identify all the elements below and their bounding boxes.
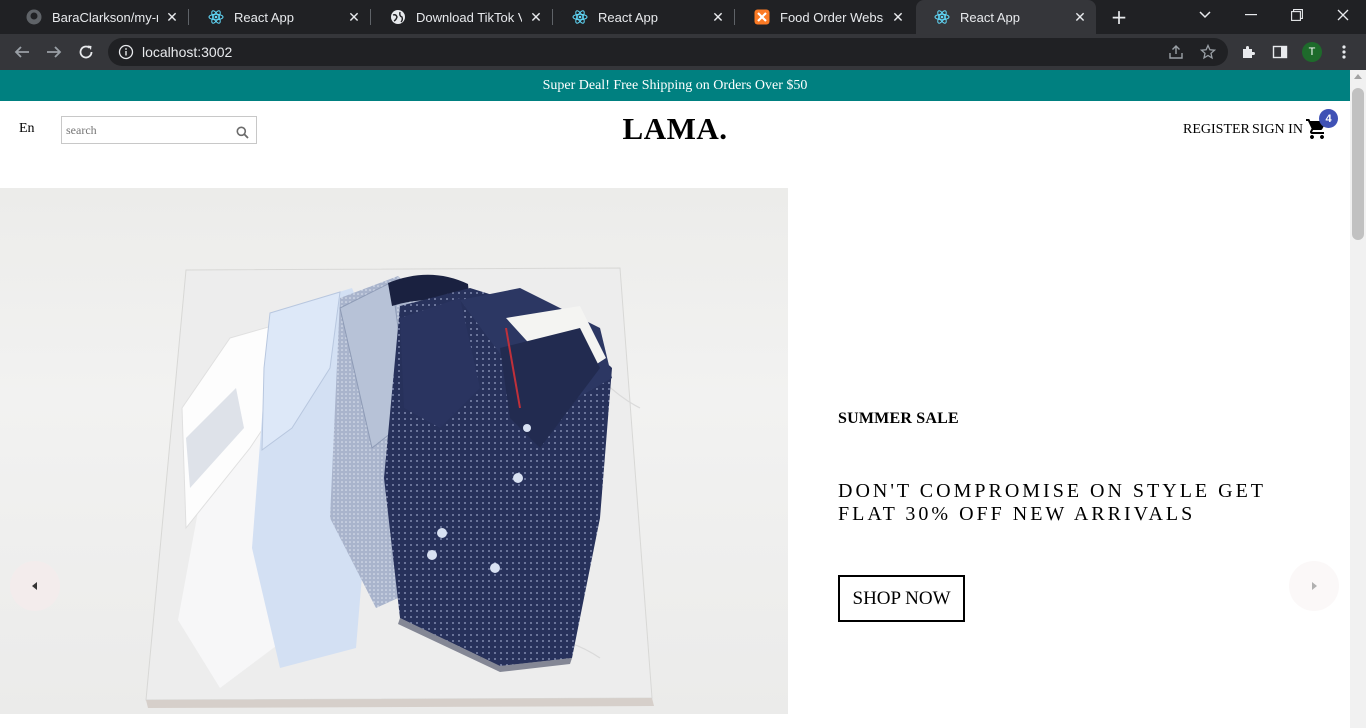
tab-title: Food Order Website - (780, 9, 884, 25)
back-icon[interactable] (10, 40, 34, 64)
cart-count-badge: 4 (1319, 109, 1338, 128)
search-input[interactable] (66, 121, 226, 139)
close-tab-icon[interactable]: ✕ (708, 7, 728, 27)
arrow-left-icon (32, 582, 37, 590)
react-icon (934, 9, 950, 25)
slide-description: DON'T COMPROMISE ON STYLE GET FLAT 30% O… (838, 480, 1266, 525)
tab-title: React App (960, 9, 1020, 25)
browser-tab[interactable]: Download TikTok Vide ✕ (372, 0, 553, 34)
share-icon[interactable] (1164, 40, 1188, 64)
tab-title: Download TikTok Vide (416, 9, 522, 25)
search-icon[interactable] (236, 124, 249, 139)
address-bar[interactable]: localhost:3002 (108, 38, 1228, 66)
language-selector[interactable]: En (19, 121, 35, 137)
slider-left-arrow[interactable] (10, 561, 60, 611)
page-scrollbar[interactable] (1350, 70, 1366, 728)
close-window-icon[interactable] (1320, 0, 1366, 30)
register-link[interactable]: REGISTER (1183, 122, 1250, 138)
close-tab-icon[interactable]: ✕ (1070, 7, 1090, 27)
slide-title: SUMMER SALE (838, 410, 959, 427)
tab-separator (370, 9, 371, 25)
tab-separator (552, 9, 553, 25)
forward-icon[interactable] (42, 40, 66, 64)
react-icon (208, 9, 224, 25)
close-tab-icon[interactable]: ✕ (344, 7, 364, 27)
tab-separator (188, 9, 189, 25)
scroll-up-icon[interactable] (1354, 74, 1362, 79)
sign-in-link[interactable]: SIGN IN (1252, 122, 1303, 138)
tab-title: React App (598, 9, 658, 25)
close-tab-icon[interactable]: ✕ (888, 7, 908, 27)
hero-slider: SUMMER SALE DON'T COMPROMISE ON STYLE GE… (0, 188, 1350, 728)
browser-tab[interactable]: React App ✕ (554, 0, 735, 34)
xampp-icon (754, 9, 770, 25)
slide-info: SUMMER SALE DON'T COMPROMISE ON STYLE GE… (838, 188, 1318, 714)
browser-tab-strip: BaraClarkson/my-reac ✕ React App ✕ Downl… (0, 0, 1366, 34)
github-icon (26, 9, 42, 25)
announcement-bar: Super Deal! Free Shipping on Orders Over… (0, 70, 1350, 101)
tab-title: React App (234, 9, 294, 25)
side-panel-icon[interactable] (1268, 40, 1292, 64)
extensions-icon[interactable] (1236, 40, 1260, 64)
tab-search-icon[interactable] (1182, 0, 1228, 30)
arrow-right-icon (1312, 582, 1317, 590)
new-tab-button[interactable]: + (1108, 6, 1130, 28)
react-icon (572, 9, 588, 25)
browser-tab[interactable]: React App ✕ (190, 0, 371, 34)
scrollbar-thumb[interactable] (1352, 88, 1364, 240)
search-container (61, 116, 257, 144)
page-viewport: Super Deal! Free Shipping on Orders Over… (0, 70, 1350, 728)
browser-menu-icon[interactable] (1332, 40, 1356, 64)
browser-tab[interactable]: Food Order Website - ✕ (736, 0, 914, 34)
bookmark-star-icon[interactable] (1196, 40, 1220, 64)
hero-image (0, 188, 788, 714)
close-tab-icon[interactable]: ✕ (526, 7, 546, 27)
browser-toolbar: localhost:3002 T (0, 34, 1366, 70)
profile-avatar[interactable]: T (1302, 42, 1322, 62)
tab-separator (734, 9, 735, 25)
site-info-icon[interactable] (118, 44, 134, 60)
shop-now-button[interactable]: SHOP NOW (838, 575, 965, 622)
site-navbar: En LAMA. REGISTER SIGN IN 4 (0, 101, 1350, 161)
browser-tab-active[interactable]: React App ✕ (916, 0, 1096, 34)
url-text: localhost:3002 (142, 44, 233, 60)
reload-icon[interactable] (74, 40, 98, 64)
announcement-text: Super Deal! Free Shipping on Orders Over… (542, 77, 808, 93)
minimize-window-icon[interactable] (1228, 0, 1274, 30)
browser-tab[interactable]: BaraClarkson/my-reac ✕ (8, 0, 189, 34)
tab-title: BaraClarkson/my-reac (52, 9, 158, 25)
globe-icon (390, 9, 406, 25)
restore-window-icon[interactable] (1274, 0, 1320, 30)
slider-right-arrow[interactable] (1289, 561, 1339, 611)
close-tab-icon[interactable]: ✕ (162, 7, 182, 27)
